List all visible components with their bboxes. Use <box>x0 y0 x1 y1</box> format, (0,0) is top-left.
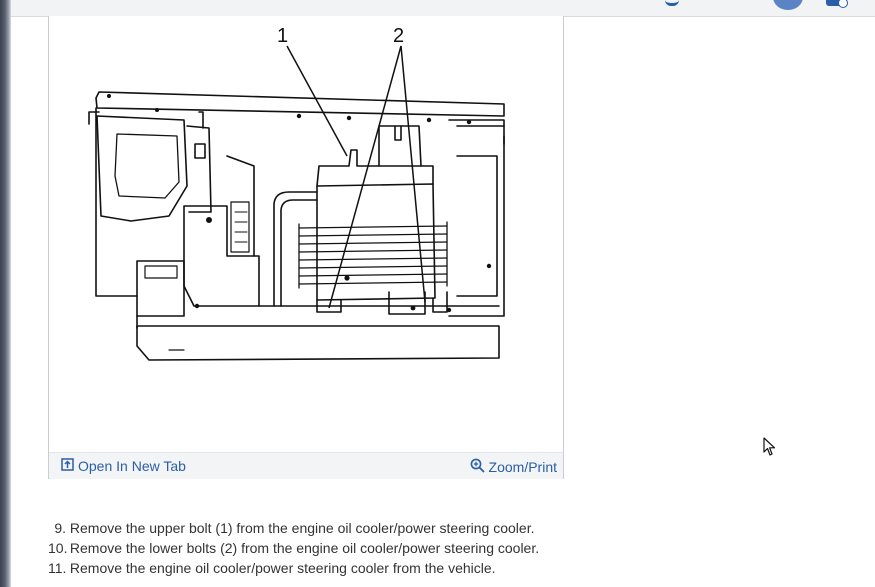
step-9: 9. Remove the upper bolt (1) from the en… <box>48 518 648 538</box>
callout-2: 2 <box>393 25 404 47</box>
step-10: 10. Remove the lower bolts (2) from the … <box>48 538 648 558</box>
figure-card: 1 2 Open In New Tab Zoom/Print <box>48 16 564 479</box>
open-in-new-tab-link[interactable]: Open In New Tab <box>61 458 186 474</box>
notification-icon[interactable] <box>665 0 679 6</box>
mouse-cursor-icon <box>763 437 777 462</box>
zoom-icon <box>470 458 489 476</box>
step-text: Remove the engine oil cooler/power steer… <box>66 560 496 576</box>
open-in-new-tab-label: Open In New Tab <box>78 458 186 474</box>
step-11: 11. Remove the engine oil cooler/power s… <box>48 558 648 578</box>
callout-1: 1 <box>277 25 288 47</box>
step-number: 11. <box>48 560 67 576</box>
step-text: Remove the lower bolts (2) from the engi… <box>66 540 540 556</box>
avatar[interactable] <box>773 0 803 10</box>
step-number: 10. <box>48 540 68 556</box>
procedure-steps: 9. Remove the upper bolt (1) from the en… <box>48 518 648 578</box>
oil-cooler-illustration: 1 2 <box>88 25 505 361</box>
oil-cooler-diagram: 1 2 <box>49 16 563 452</box>
step-text: Remove the upper bolt (1) from the engin… <box>66 520 535 536</box>
zoom-print-label: Zoom/Print <box>488 459 557 475</box>
top-toolbar <box>11 0 875 17</box>
open-new-tab-icon <box>61 458 78 474</box>
add-icon[interactable] <box>826 0 848 8</box>
zoom-print-link[interactable]: Zoom/Print <box>470 458 557 476</box>
step-number: 9. <box>54 520 66 536</box>
figure-footer: Open In New Tab Zoom/Print <box>49 452 563 479</box>
window-left-edge <box>0 0 11 587</box>
